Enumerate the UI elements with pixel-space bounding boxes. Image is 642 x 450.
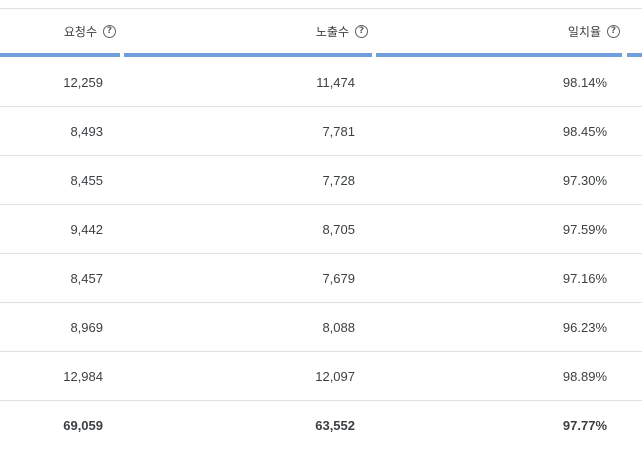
column-header-impressions[interactable]: 노출수 ? <box>120 9 368 53</box>
requests-cell: 69,059 <box>63 417 103 433</box>
table-header: 요청수 ? 노출수 ? 일치율 ? <box>0 9 642 53</box>
table-row: 8,969 8,088 96.23% <box>0 303 642 352</box>
table-row: 8,493 7,781 98.45% <box>0 107 642 156</box>
help-circle-icon[interactable]: ? <box>607 24 620 38</box>
column-header-label: 요청수 <box>63 24 97 39</box>
impressions-cell: 7,781 <box>322 123 355 139</box>
column-resize-bar[interactable] <box>376 53 622 57</box>
column-header-match-rate[interactable]: 일치율 ? <box>372 9 620 53</box>
help-circle-icon[interactable]: ? <box>103 24 116 38</box>
table-row: 12,259 11,474 98.14% <box>0 58 642 107</box>
requests-cell: 9,442 <box>70 221 103 237</box>
requests-cell: 8,493 <box>70 123 103 139</box>
impressions-cell: 12,097 <box>315 368 355 384</box>
table-row: 9,442 8,705 97.59% <box>0 205 642 254</box>
help-circle-icon[interactable]: ? <box>355 24 368 38</box>
match-rate-cell: 98.89% <box>562 368 607 384</box>
column-resize-bar[interactable] <box>124 53 372 57</box>
column-resize-bar[interactable] <box>0 53 120 57</box>
table-row: 8,455 7,728 97.30% <box>0 156 642 205</box>
impressions-cell: 7,728 <box>322 172 355 188</box>
requests-cell: 8,969 <box>70 319 103 335</box>
column-header-label: 노출수 <box>315 24 349 39</box>
match-rate-cell: 97.77% <box>562 417 607 433</box>
match-rate-cell: 97.59% <box>562 221 607 237</box>
match-rate-cell: 97.30% <box>562 172 607 188</box>
column-header-label: 일치율 <box>567 24 601 39</box>
impressions-cell: 7,679 <box>322 270 355 286</box>
impressions-cell: 63,552 <box>315 417 355 433</box>
impressions-cell: 8,705 <box>322 221 355 237</box>
requests-cell: 12,984 <box>63 368 103 384</box>
impressions-cell: 8,088 <box>322 319 355 335</box>
match-rate-cell: 98.45% <box>562 123 607 139</box>
requests-cell: 8,457 <box>70 270 103 286</box>
match-rate-cell: 97.16% <box>562 270 607 286</box>
requests-cell: 12,259 <box>63 74 103 90</box>
table-row: 12,984 12,097 98.89% <box>0 352 642 401</box>
table-row: 8,457 7,679 97.16% <box>0 254 642 303</box>
column-resize-bar[interactable] <box>627 53 642 57</box>
table-total-row: 69,059 63,552 97.77% <box>0 401 642 450</box>
match-rate-cell: 96.23% <box>562 319 607 335</box>
match-rate-cell: 98.14% <box>562 74 607 90</box>
requests-cell: 8,455 <box>70 172 103 188</box>
impressions-cell: 11,474 <box>316 74 355 90</box>
column-header-requests[interactable]: 요청수 ? <box>0 9 116 53</box>
